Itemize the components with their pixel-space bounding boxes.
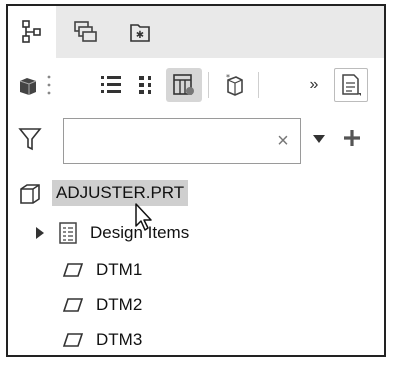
- more-tools-label: »: [309, 76, 319, 93]
- svg-text:✱: ✱: [136, 30, 144, 41]
- grip-dots-icon: [47, 75, 51, 95]
- tree-item-dtm3[interactable]: DTM3: [62, 323, 143, 355]
- search-input[interactable]: [68, 123, 268, 161]
- tree-item-design-items[interactable]: Design Items: [34, 216, 189, 250]
- tree-item-label: DTM3: [96, 330, 143, 349]
- mouse-cursor: [134, 202, 156, 239]
- model-tree-panel: ✱ * » × ADJUSTER.PRT Design Items DTM1 D…: [6, 4, 386, 357]
- svg-text:*: *: [226, 73, 230, 82]
- clear-search-icon[interactable]: ×: [272, 128, 294, 154]
- tree-item-dtm2[interactable]: DTM2: [62, 288, 142, 322]
- plus-icon: [344, 130, 360, 146]
- toolbar-grip[interactable]: [44, 68, 54, 102]
- document-list-icon: [342, 74, 361, 96]
- search-box: ×: [63, 118, 301, 164]
- show-hidden-button[interactable]: *: [216, 68, 250, 102]
- toolbar-separator: [258, 72, 259, 98]
- tree-filters-button[interactable]: [334, 68, 368, 102]
- filter-dropdown-button[interactable]: [312, 132, 326, 150]
- tree-item-dtm1[interactable]: DTM1: [62, 253, 142, 287]
- tree-settings-button[interactable]: [94, 68, 128, 102]
- datum-plane-icon: [62, 333, 84, 347]
- layers-tab[interactable]: [62, 6, 110, 58]
- part-icon: [20, 184, 40, 204]
- model-tree-tab[interactable]: [8, 6, 56, 58]
- table-view-icon: [173, 74, 194, 95]
- solid-cube-icon: [19, 78, 37, 95]
- folder-star-icon: ✱: [130, 24, 150, 42]
- model-tree-icon: [22, 20, 41, 43]
- tree-root-item[interactable]: ADJUSTER.PRT: [18, 176, 189, 210]
- chevron-down-icon: [313, 135, 325, 143]
- expand-columns-icon: [139, 76, 151, 94]
- tree-list-icon: [101, 76, 121, 93]
- layers-icon: [74, 21, 97, 42]
- folder-browser-tab[interactable]: ✱: [116, 6, 164, 58]
- filter-icon[interactable]: [18, 126, 42, 157]
- tree-item-label: DTM2: [96, 295, 143, 314]
- toolbar-separator: [208, 72, 209, 98]
- add-filter-button[interactable]: [342, 128, 362, 153]
- tree-root-label: ADJUSTER.PRT: [52, 180, 189, 206]
- tree-columns-button[interactable]: [166, 68, 202, 102]
- datum-plane-icon: [62, 298, 84, 312]
- expand-tree-button[interactable]: [132, 68, 162, 102]
- tree-item-label: DTM1: [96, 260, 143, 279]
- design-items-icon: [59, 222, 77, 244]
- filter-row: ×: [8, 114, 384, 170]
- more-tools-button[interactable]: »: [304, 68, 324, 102]
- tree-toolbar: * »: [8, 58, 384, 110]
- navigator-tabs: ✱: [8, 6, 384, 58]
- hidden-part-icon: *: [226, 73, 243, 96]
- display-style-button[interactable]: [14, 68, 42, 102]
- datum-plane-icon: [62, 263, 84, 277]
- expand-arrow-icon[interactable]: [34, 226, 46, 240]
